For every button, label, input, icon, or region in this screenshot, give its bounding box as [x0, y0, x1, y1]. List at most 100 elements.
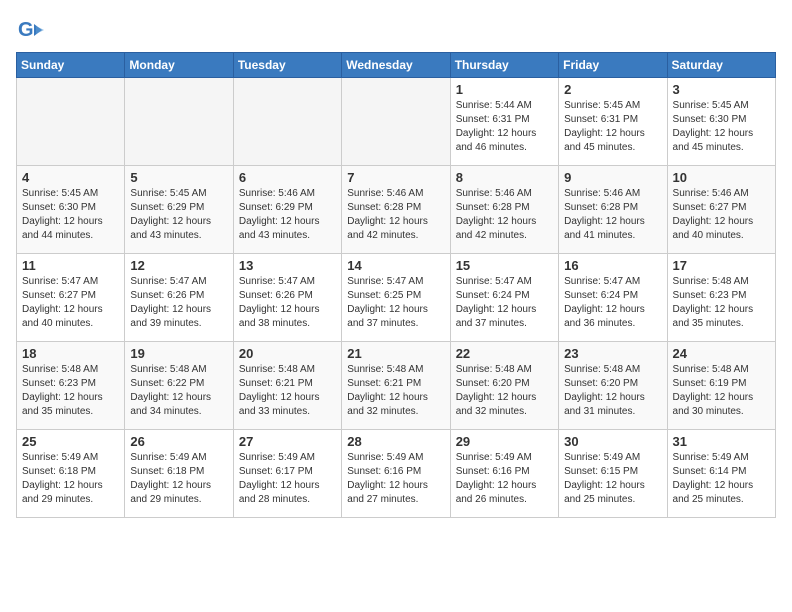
day-number: 26: [130, 434, 227, 449]
week-row-3: 11 Sunrise: 5:47 AM Sunset: 6:27 PM Dayli…: [17, 254, 776, 342]
day-cell-6: 6 Sunrise: 5:46 AM Sunset: 6:29 PM Daylig…: [233, 166, 341, 254]
day-info: Sunrise: 5:47 AM Sunset: 6:24 PM Dayligh…: [564, 275, 661, 331]
day-header-wednesday: Wednesday: [342, 53, 450, 78]
day-cell-22: 22Sunrise: 5:48 AM Sunset: 6:20 PM Dayli…: [450, 342, 558, 430]
day-info: Sunrise: 5:49 AM Sunset: 6:14 PM Dayligh…: [673, 451, 770, 507]
empty-cell: [17, 78, 125, 166]
day-cell-19: 19 Sunrise: 5:48 AM Sunset: 6:22 PM Dayli…: [125, 342, 233, 430]
day-number: 14: [347, 258, 444, 273]
day-cell-5: 5 Sunrise: 5:45 AM Sunset: 6:29 PM Daylig…: [125, 166, 233, 254]
week-row-1: 1 Sunrise: 5:44 AM Sunset: 6:31 PM Daylig…: [17, 78, 776, 166]
day-number: 11: [22, 258, 119, 273]
day-cell-12: 12 Sunrise: 5:47 AM Sunset: 6:26 PM Dayli…: [125, 254, 233, 342]
day-number: 2: [564, 82, 661, 97]
day-info: Sunrise: 5:47 AM Sunset: 6:25 PM Dayligh…: [347, 275, 444, 331]
day-cell-18: 18Sunrise: 5:48 AM Sunset: 6:23 PM Dayli…: [17, 342, 125, 430]
svg-text:G: G: [18, 19, 34, 41]
page-header: G: [16, 16, 776, 44]
day-header-saturday: Saturday: [667, 53, 775, 78]
day-info: Sunrise: 5:48 AM Sunset: 6:21 PM Dayligh…: [239, 363, 336, 419]
day-info: Sunrise: 5:45 AM Sunset: 6:29 PM Dayligh…: [130, 187, 227, 243]
week-row-4: 18Sunrise: 5:48 AM Sunset: 6:23 PM Dayli…: [17, 342, 776, 430]
day-cell-27: 27Sunrise: 5:49 AM Sunset: 6:17 PM Dayli…: [233, 430, 341, 518]
week-row-2: 4 Sunrise: 5:45 AM Sunset: 6:30 PM Daylig…: [17, 166, 776, 254]
day-number: 8: [456, 170, 553, 185]
day-info: Sunrise: 5:49 AM Sunset: 6:15 PM Dayligh…: [564, 451, 661, 507]
day-cell-9: 9 Sunrise: 5:46 AM Sunset: 6:28 PM Daylig…: [559, 166, 667, 254]
day-cell-4: 4 Sunrise: 5:45 AM Sunset: 6:30 PM Daylig…: [17, 166, 125, 254]
day-info: Sunrise: 5:46 AM Sunset: 6:27 PM Dayligh…: [673, 187, 770, 243]
day-cell-26: 26 Sunrise: 5:49 AM Sunset: 6:18 PM Dayli…: [125, 430, 233, 518]
day-cell-23: 23 Sunrise: 5:48 AM Sunset: 6:20 PM Dayli…: [559, 342, 667, 430]
day-number: 5: [130, 170, 227, 185]
day-info: Sunrise: 5:45 AM Sunset: 6:30 PM Dayligh…: [22, 187, 119, 243]
day-info: Sunrise: 5:45 AM Sunset: 6:30 PM Dayligh…: [673, 99, 770, 155]
day-number: 4: [22, 170, 119, 185]
day-info: Sunrise: 5:47 AM Sunset: 6:24 PM Dayligh…: [456, 275, 553, 331]
day-info: Sunrise: 5:48 AM Sunset: 6:19 PM Dayligh…: [673, 363, 770, 419]
day-header-tuesday: Tuesday: [233, 53, 341, 78]
day-info: Sunrise: 5:48 AM Sunset: 6:22 PM Dayligh…: [130, 363, 227, 419]
empty-cell: [125, 78, 233, 166]
day-number: 29: [456, 434, 553, 449]
day-number: 13: [239, 258, 336, 273]
day-info: Sunrise: 5:48 AM Sunset: 6:20 PM Dayligh…: [564, 363, 661, 419]
day-cell-11: 11 Sunrise: 5:47 AM Sunset: 6:27 PM Dayli…: [17, 254, 125, 342]
day-number: 20: [239, 346, 336, 361]
day-cell-20: 20 Sunrise: 5:48 AM Sunset: 6:21 PM Dayli…: [233, 342, 341, 430]
day-info: Sunrise: 5:48 AM Sunset: 6:23 PM Dayligh…: [673, 275, 770, 331]
day-cell-31: 31 Sunrise: 5:49 AM Sunset: 6:14 PM Dayli…: [667, 430, 775, 518]
day-number: 22: [456, 346, 553, 361]
day-info: Sunrise: 5:44 AM Sunset: 6:31 PM Dayligh…: [456, 99, 553, 155]
day-number: 25: [22, 434, 119, 449]
day-number: 15: [456, 258, 553, 273]
day-number: 19: [130, 346, 227, 361]
day-cell-30: 30 Sunrise: 5:49 AM Sunset: 6:15 PM Dayli…: [559, 430, 667, 518]
day-cell-25: 25 Sunrise: 5:49 AM Sunset: 6:18 PM Dayli…: [17, 430, 125, 518]
day-info: Sunrise: 5:47 AM Sunset: 6:27 PM Dayligh…: [22, 275, 119, 331]
day-cell-2: 2 Sunrise: 5:45 AM Sunset: 6:31 PM Daylig…: [559, 78, 667, 166]
day-header-friday: Friday: [559, 53, 667, 78]
logo-icon: G: [16, 16, 44, 44]
day-number: 12: [130, 258, 227, 273]
day-cell-1: 1 Sunrise: 5:44 AM Sunset: 6:31 PM Daylig…: [450, 78, 558, 166]
empty-cell: [342, 78, 450, 166]
day-cell-3: 3Sunrise: 5:45 AM Sunset: 6:30 PM Daylig…: [667, 78, 775, 166]
day-number: 6: [239, 170, 336, 185]
day-number: 16: [564, 258, 661, 273]
day-info: Sunrise: 5:46 AM Sunset: 6:28 PM Dayligh…: [564, 187, 661, 243]
logo: G: [16, 16, 46, 44]
day-cell-10: 10 Sunrise: 5:46 AM Sunset: 6:27 PM Dayli…: [667, 166, 775, 254]
day-number: 23: [564, 346, 661, 361]
day-number: 21: [347, 346, 444, 361]
day-cell-7: 7Sunrise: 5:46 AM Sunset: 6:28 PM Daylig…: [342, 166, 450, 254]
day-info: Sunrise: 5:47 AM Sunset: 6:26 PM Dayligh…: [239, 275, 336, 331]
day-number: 10: [673, 170, 770, 185]
day-info: Sunrise: 5:47 AM Sunset: 6:26 PM Dayligh…: [130, 275, 227, 331]
day-info: Sunrise: 5:49 AM Sunset: 6:18 PM Dayligh…: [130, 451, 227, 507]
day-cell-28: 28Sunrise: 5:49 AM Sunset: 6:16 PM Dayli…: [342, 430, 450, 518]
day-info: Sunrise: 5:48 AM Sunset: 6:21 PM Dayligh…: [347, 363, 444, 419]
day-header-monday: Monday: [125, 53, 233, 78]
day-number: 1: [456, 82, 553, 97]
day-cell-24: 24 Sunrise: 5:48 AM Sunset: 6:19 PM Dayli…: [667, 342, 775, 430]
day-cell-8: 8 Sunrise: 5:46 AM Sunset: 6:28 PM Daylig…: [450, 166, 558, 254]
day-number: 24: [673, 346, 770, 361]
day-cell-13: 13 Sunrise: 5:47 AM Sunset: 6:26 PM Dayli…: [233, 254, 341, 342]
day-number: 9: [564, 170, 661, 185]
day-info: Sunrise: 5:45 AM Sunset: 6:31 PM Dayligh…: [564, 99, 661, 155]
day-cell-21: 21 Sunrise: 5:48 AM Sunset: 6:21 PM Dayli…: [342, 342, 450, 430]
day-number: 31: [673, 434, 770, 449]
day-number: 27: [239, 434, 336, 449]
day-info: Sunrise: 5:46 AM Sunset: 6:29 PM Dayligh…: [239, 187, 336, 243]
day-info: Sunrise: 5:49 AM Sunset: 6:16 PM Dayligh…: [347, 451, 444, 507]
day-cell-16: 16 Sunrise: 5:47 AM Sunset: 6:24 PM Dayli…: [559, 254, 667, 342]
day-info: Sunrise: 5:46 AM Sunset: 6:28 PM Dayligh…: [456, 187, 553, 243]
day-info: Sunrise: 5:49 AM Sunset: 6:18 PM Dayligh…: [22, 451, 119, 507]
empty-cell: [233, 78, 341, 166]
day-header-sunday: Sunday: [17, 53, 125, 78]
week-row-5: 25 Sunrise: 5:49 AM Sunset: 6:18 PM Dayli…: [17, 430, 776, 518]
day-number: 7: [347, 170, 444, 185]
day-info: Sunrise: 5:49 AM Sunset: 6:16 PM Dayligh…: [456, 451, 553, 507]
day-number: 30: [564, 434, 661, 449]
